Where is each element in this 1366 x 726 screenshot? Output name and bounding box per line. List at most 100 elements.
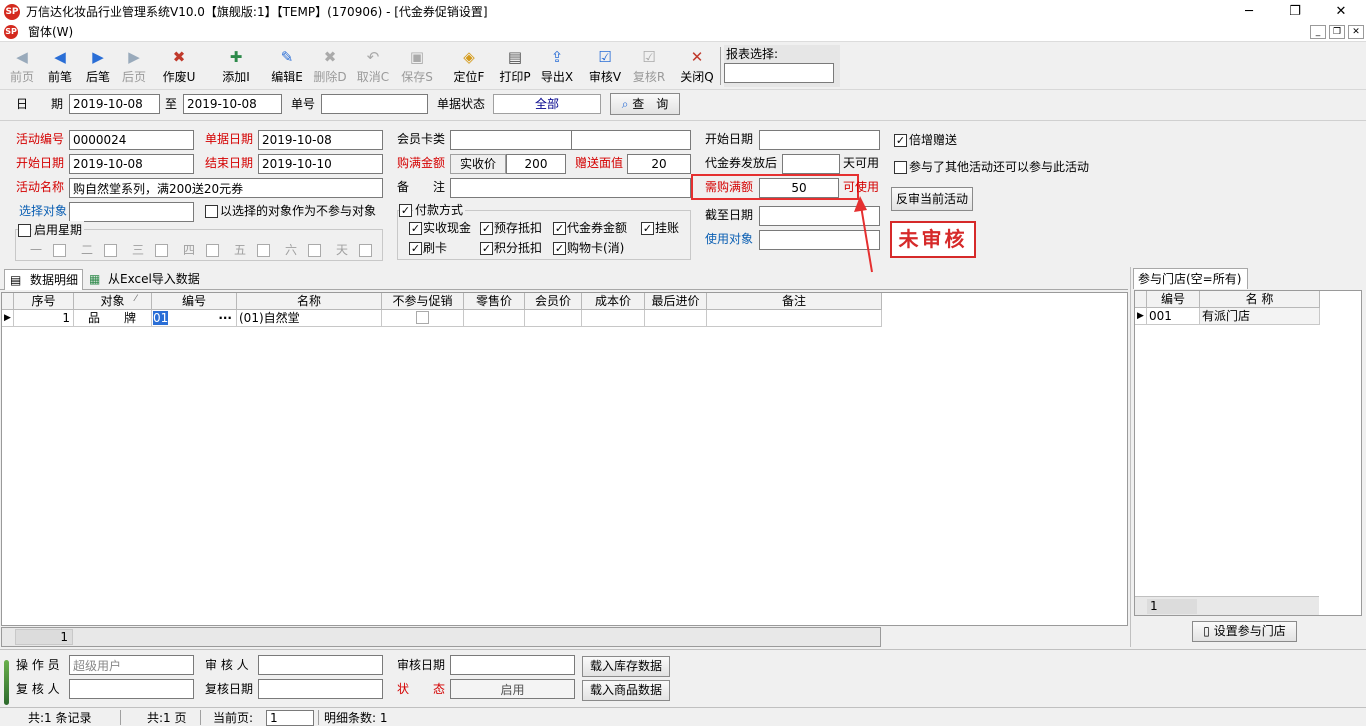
weekday-checkbox[interactable]: [308, 244, 321, 257]
prev-page-button[interactable]: ◀ 前页: [8, 46, 36, 86]
review-date-field[interactable]: [258, 679, 383, 699]
auditor-field[interactable]: [258, 655, 383, 675]
query-button[interactable]: ⌕ 查 询: [610, 93, 680, 115]
payment-checkbox[interactable]: ✓: [480, 222, 493, 235]
select-target-field[interactable]: [69, 202, 194, 222]
save-button[interactable]: ▣ 保存S: [400, 46, 434, 86]
menu-window[interactable]: 窗体(W): [28, 24, 73, 41]
col-name-cell[interactable]: (01)自然堂: [237, 310, 382, 327]
col-member-price-cell[interactable]: [525, 310, 582, 327]
weekday-checkbox[interactable]: [53, 244, 66, 257]
select-target-label[interactable]: 选择对象: [19, 201, 67, 221]
end-date-field[interactable]: [258, 154, 383, 174]
splitter-handle[interactable]: [4, 660, 9, 705]
not-in-promo-checkbox[interactable]: [416, 311, 429, 324]
col-name-header[interactable]: 名称: [237, 293, 382, 310]
filter-doc-no[interactable]: [321, 94, 428, 114]
audit-button[interactable]: ☑ 审核V: [588, 46, 622, 86]
payment-checkbox[interactable]: ✓: [641, 222, 654, 235]
exclude-selected-checkbox[interactable]: [205, 205, 218, 218]
weekday-checkbox[interactable]: [104, 244, 117, 257]
member-card-field-2[interactable]: [571, 130, 691, 150]
price-type-select[interactable]: 实收价: [450, 154, 506, 174]
filter-date-to[interactable]: [183, 94, 282, 114]
activity-no-field[interactable]: [69, 130, 194, 150]
filter-status-select[interactable]: 全部: [493, 94, 601, 114]
start-date-field[interactable]: [69, 154, 194, 174]
col-code-header[interactable]: 编号: [152, 293, 237, 310]
store-name[interactable]: 有派门店: [1200, 308, 1320, 325]
export-button[interactable]: ⇪ 导出X: [540, 46, 574, 86]
load-goods-button[interactable]: 载入商品数据: [582, 680, 670, 701]
next-record-button[interactable]: ▶ 后笔: [84, 46, 112, 86]
delete-button[interactable]: ✖ 删除D: [313, 46, 347, 86]
col-cost-price-header[interactable]: 成本价: [582, 293, 645, 310]
edit-button[interactable]: ✎ 编辑E: [270, 46, 304, 86]
enable-weekday-checkbox[interactable]: [18, 224, 31, 237]
col-not-in-promo-header[interactable]: 不参与促销: [382, 293, 464, 310]
col-code-cell[interactable]: 01 ···: [152, 310, 237, 327]
load-stock-button[interactable]: 载入库存数据: [582, 656, 670, 677]
locate-button[interactable]: ◈ 定位F: [452, 46, 486, 86]
unaudit-button[interactable]: 反审当前活动: [891, 187, 973, 211]
col-retail-price-cell[interactable]: [464, 310, 525, 327]
voucher-issue-days-field[interactable]: [782, 154, 840, 174]
required-purchase-field[interactable]: [759, 178, 839, 198]
print-button[interactable]: ▤ 打印P: [498, 46, 532, 86]
right-start-date-field[interactable]: [759, 130, 880, 150]
weekday-checkbox[interactable]: [206, 244, 219, 257]
payment-checkbox[interactable]: ✓: [553, 242, 566, 255]
weekday-checkbox[interactable]: [155, 244, 168, 257]
payment-checkbox[interactable]: ✓: [553, 222, 566, 235]
remark-field[interactable]: [450, 178, 691, 198]
tab-import-excel[interactable]: ▦ 从Excel导入数据: [86, 269, 211, 290]
payment-checkbox[interactable]: ✓: [409, 242, 422, 255]
set-stores-button[interactable]: ▯ 设置参与门店: [1192, 621, 1297, 642]
review-button[interactable]: ☑ 复核R: [632, 46, 666, 86]
col-last-purchase-price-header[interactable]: 最后进价: [645, 293, 707, 310]
current-page-input[interactable]: [266, 710, 314, 726]
purchase-amount-field[interactable]: [506, 154, 566, 174]
activity-name-field[interactable]: [69, 178, 383, 198]
col-seq-cell[interactable]: 1: [14, 310, 74, 327]
minimize-button[interactable]: ─: [1226, 0, 1272, 24]
weekday-checkbox[interactable]: [257, 244, 270, 257]
col-remark-cell[interactable]: [707, 310, 882, 327]
col-seq-header[interactable]: 序号: [14, 293, 74, 310]
void-button[interactable]: ✖ 作废U: [162, 46, 196, 86]
close-button[interactable]: ✕ 关闭Q: [680, 46, 714, 86]
gift-value-field[interactable]: [627, 154, 691, 174]
code-value[interactable]: 01: [153, 311, 169, 325]
col-remark-header[interactable]: 备注: [707, 293, 882, 310]
col-target-header[interactable]: 对象: [74, 293, 152, 310]
prev-record-button[interactable]: ◀ 前笔: [45, 46, 75, 86]
mdi-restore-button[interactable]: ❐: [1329, 25, 1345, 39]
doc-date-field[interactable]: [258, 130, 383, 150]
reviewer-field[interactable]: [69, 679, 194, 699]
mdi-minimize-button[interactable]: _: [1310, 25, 1326, 39]
col-member-price-header[interactable]: 会员价: [525, 293, 582, 310]
use-target-label[interactable]: 使用对象: [705, 229, 753, 249]
weekday-checkbox[interactable]: [359, 244, 372, 257]
col-last-purchase-price-cell[interactable]: [645, 310, 707, 327]
add-button[interactable]: ✚ 添加I: [219, 46, 253, 86]
report-select-input[interactable]: [724, 63, 834, 83]
mdi-close-button[interactable]: ✕: [1348, 25, 1364, 39]
cancel-button[interactable]: ↶ 取消C: [356, 46, 390, 86]
stores-tab[interactable]: 参与门店(空=所有): [1133, 268, 1248, 289]
restore-button[interactable]: ❐: [1272, 0, 1318, 24]
ellipsis-button[interactable]: ···: [218, 310, 232, 326]
col-retail-price-header[interactable]: 零售价: [464, 293, 525, 310]
tab-data-detail[interactable]: ▤ 数据明细: [4, 269, 83, 290]
payment-method-checkbox[interactable]: ✓: [399, 204, 412, 217]
operator-field[interactable]: [69, 655, 194, 675]
payment-checkbox[interactable]: ✓: [480, 242, 493, 255]
col-cost-price-cell[interactable]: [582, 310, 645, 327]
col-target-cell[interactable]: 品 牌: [74, 310, 152, 327]
audit-date-field[interactable]: [450, 655, 575, 675]
filter-date-from[interactable]: [69, 94, 160, 114]
close-window-button[interactable]: ✕: [1318, 0, 1364, 24]
next-page-button[interactable]: ▶ 后页: [120, 46, 148, 86]
member-card-field[interactable]: [450, 130, 572, 150]
other-activity-checkbox[interactable]: [894, 161, 907, 174]
